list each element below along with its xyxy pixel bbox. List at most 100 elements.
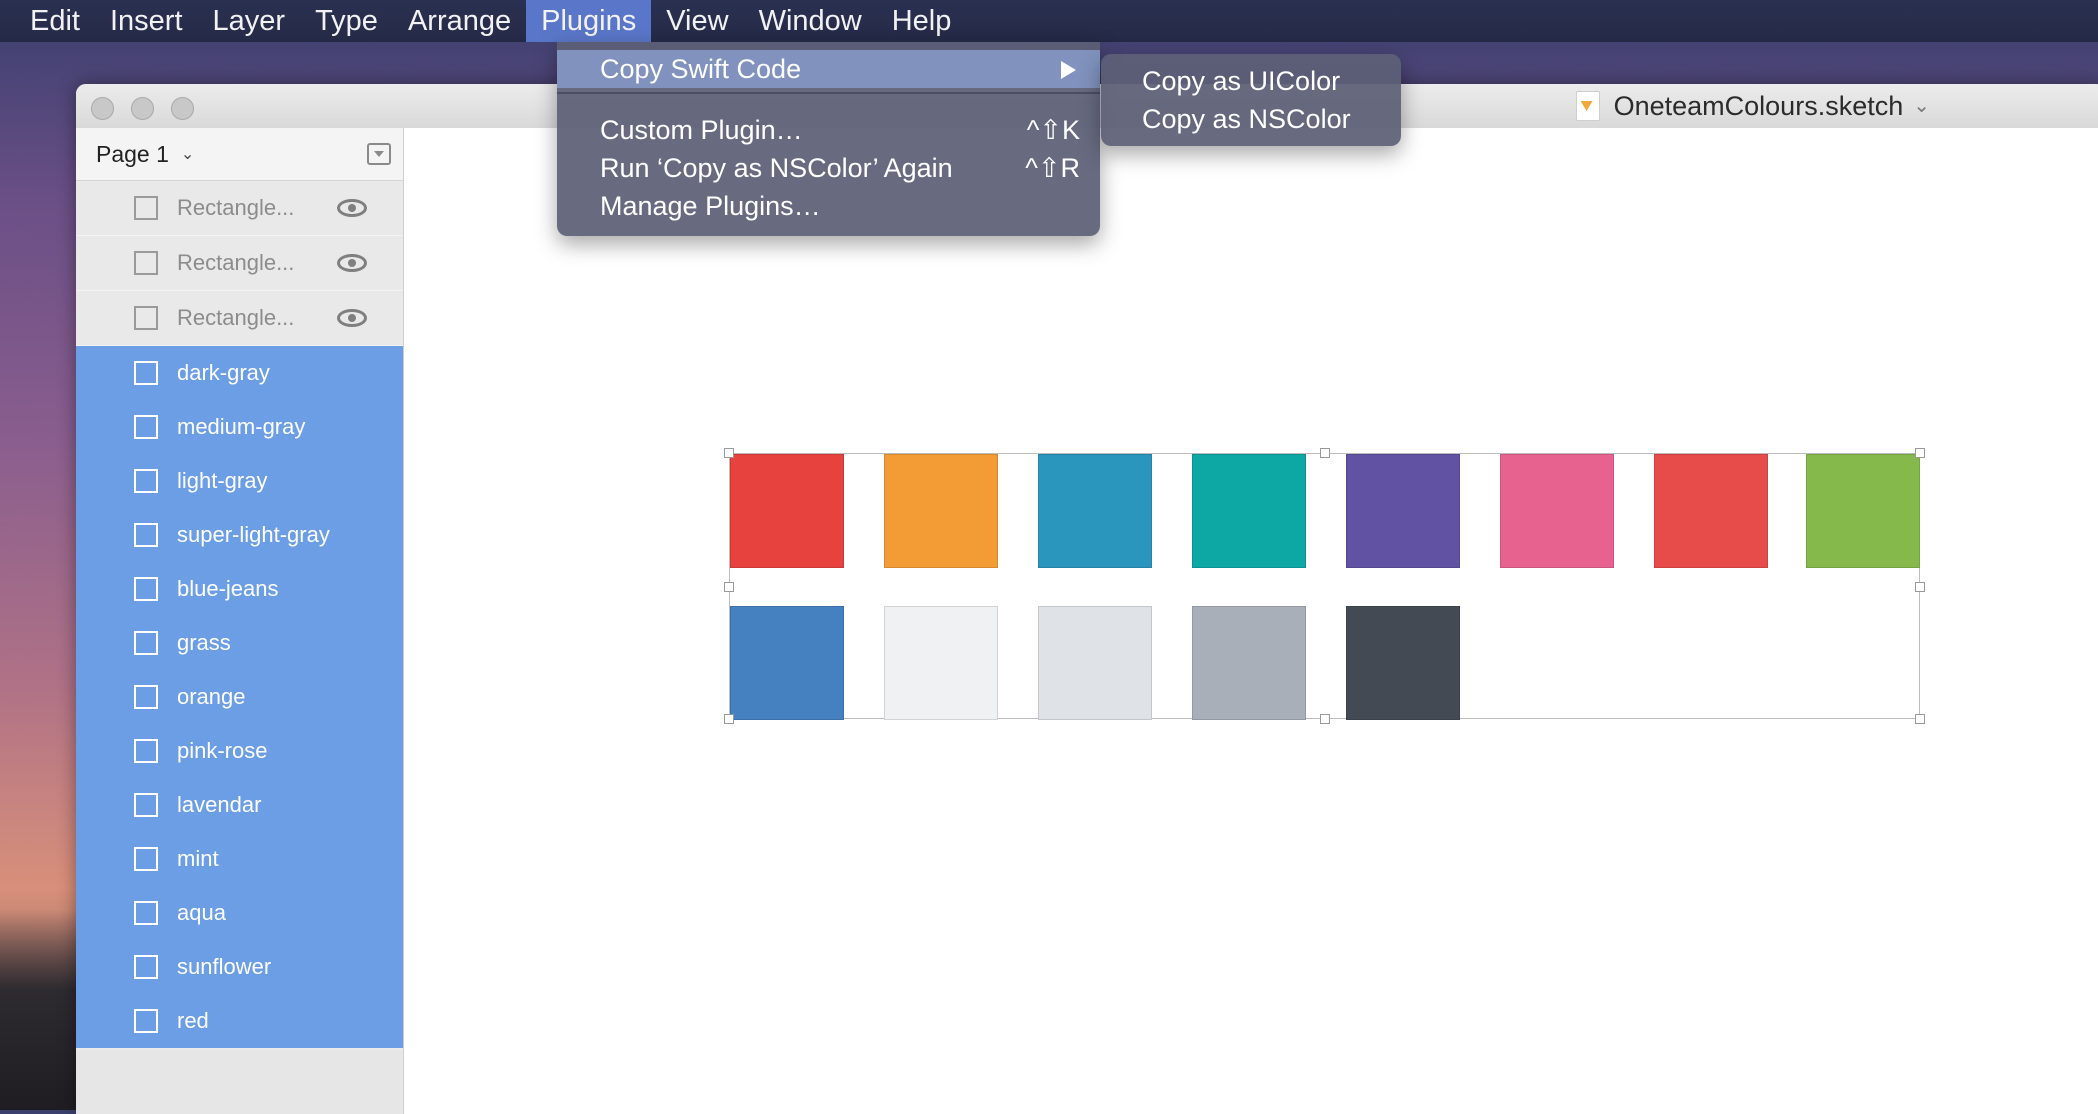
color-swatch[interactable] (1192, 454, 1306, 568)
eye-icon[interactable] (337, 254, 367, 272)
page-label: Page 1 (96, 140, 169, 167)
rectangle-icon (134, 631, 158, 655)
layer-item-selected[interactable]: lavendar (76, 778, 403, 832)
layer-item-selected[interactable]: light-gray (76, 454, 403, 508)
layer-item-selected[interactable]: pink-rose (76, 724, 403, 778)
minimize-window-button[interactable] (131, 97, 154, 120)
rectangle-icon (134, 793, 158, 817)
color-swatch[interactable] (1654, 454, 1768, 568)
color-swatch[interactable] (1038, 454, 1152, 568)
menu-item-copy-as-nscolor[interactable]: Copy as NSColor (1142, 100, 1351, 138)
layer-label: Rectangle... (177, 250, 295, 275)
menu-item-manage-plugins[interactable]: Manage Plugins… (557, 187, 1100, 225)
menu-item-label: Run ‘Copy as NSColor’ Again (600, 153, 953, 183)
rectangle-icon (134, 955, 158, 979)
menu-window[interactable]: Window (744, 0, 877, 42)
color-swatch[interactable] (1038, 606, 1152, 720)
menu-type[interactable]: Type (300, 0, 393, 42)
menu-help[interactable]: Help (877, 0, 967, 42)
color-swatch[interactable] (730, 454, 844, 568)
color-swatch[interactable] (730, 606, 844, 720)
menu-plugins[interactable]: Plugins (526, 0, 652, 42)
layer-label: dark-gray (177, 360, 270, 385)
rectangle-icon (134, 361, 158, 385)
layer-item[interactable]: Rectangle... (76, 291, 403, 346)
menu-item-copy-as-uicolor[interactable]: Copy as UIColor (1142, 62, 1340, 100)
canvas[interactable] (404, 128, 2098, 1114)
selection-bounds[interactable] (724, 448, 1925, 724)
color-swatch[interactable] (1346, 454, 1460, 568)
color-swatch[interactable] (1192, 606, 1306, 720)
resize-handle[interactable] (1915, 448, 1925, 458)
layer-label: light-gray (177, 468, 268, 493)
rectangle-icon (134, 847, 158, 871)
plugins-menu: Copy Swift Code Custom Plugin… ^⇧K Run ‘… (557, 42, 1100, 236)
menu-view[interactable]: View (651, 0, 743, 42)
rectangle-icon (134, 251, 158, 275)
sketch-window: OneteamColours.sketch ⌄ Page 1 ⌄ Rectang… (76, 84, 2098, 1114)
layer-item-selected[interactable]: aqua (76, 886, 403, 940)
menu-separator (557, 92, 1100, 94)
menu-item-shortcut: ^⇧K (1026, 115, 1080, 145)
color-swatch[interactable] (1806, 454, 1920, 568)
color-swatch[interactable] (884, 606, 998, 720)
layer-label: Rectangle... (177, 195, 295, 220)
eye-icon[interactable] (337, 199, 367, 217)
layer-item-selected[interactable]: red (76, 994, 403, 1048)
zoom-window-button[interactable] (171, 97, 194, 120)
layer-item-selected[interactable]: blue-jeans (76, 562, 403, 616)
layer-label: pink-rose (177, 738, 268, 763)
layer-label: Rectangle... (177, 305, 295, 330)
resize-handle[interactable] (724, 582, 734, 592)
color-swatch[interactable] (884, 454, 998, 568)
resize-handle[interactable] (1915, 714, 1925, 724)
layer-item-selected[interactable]: orange (76, 670, 403, 724)
rectangle-icon (134, 196, 158, 220)
layer-item-selected[interactable]: dark-gray (76, 346, 403, 400)
layer-item-selected[interactable]: mint (76, 832, 403, 886)
layer-item-selected[interactable]: medium-gray (76, 400, 403, 454)
layer-label: mint (177, 846, 219, 871)
copy-swift-code-submenu: Copy as UIColor Copy as NSColor (1101, 54, 1401, 146)
chevron-down-icon: ⌄ (180, 146, 195, 163)
page-selector[interactable]: Page 1 ⌄ (76, 128, 403, 181)
document-title[interactable]: OneteamColours.sketch ⌄ (1575, 84, 1930, 128)
layer-label: red (177, 1008, 209, 1033)
resize-handle[interactable] (724, 714, 734, 724)
menu-layer[interactable]: Layer (198, 0, 301, 42)
chevron-down-icon: ⌄ (1913, 95, 1930, 117)
menu-item-copy-swift-code[interactable]: Copy Swift Code (557, 50, 1100, 88)
eye-icon[interactable] (337, 309, 367, 327)
resize-handle[interactable] (1915, 582, 1925, 592)
layer-item-selected[interactable]: grass (76, 616, 403, 670)
layer-label: grass (177, 630, 231, 655)
menu-item-run-again[interactable]: Run ‘Copy as NSColor’ Again ^⇧R (557, 149, 1100, 187)
color-swatch[interactable] (1500, 454, 1614, 568)
layer-item-selected[interactable]: sunflower (76, 940, 403, 994)
resize-handle[interactable] (724, 448, 734, 458)
rectangle-icon (134, 739, 158, 763)
collapse-pages-icon[interactable] (367, 143, 391, 165)
menu-item-label: Manage Plugins… (600, 191, 821, 221)
menu-edit[interactable]: Edit (0, 0, 95, 42)
layers-sidebar: Page 1 ⌄ Rectangle... Rectangle... Recta… (76, 128, 404, 1114)
resize-handle[interactable] (1320, 714, 1330, 724)
menu-item-label: Custom Plugin… (600, 115, 803, 145)
resize-handle[interactable] (1320, 448, 1330, 458)
layer-label: sunflower (177, 954, 272, 979)
menu-item-label: Copy Swift Code (600, 54, 802, 84)
submenu-arrow-icon (1061, 61, 1076, 79)
layer-item[interactable]: Rectangle... (76, 236, 403, 291)
menu-arrange[interactable]: Arrange (393, 0, 526, 42)
layer-item-selected[interactable]: super-light-gray (76, 508, 403, 562)
menu-insert[interactable]: Insert (95, 0, 198, 42)
close-window-button[interactable] (91, 97, 114, 120)
menu-bar: Edit Insert Layer Type Arrange Plugins V… (0, 0, 2098, 42)
menu-item-shortcut: ^⇧R (1025, 153, 1080, 183)
color-swatch[interactable] (1346, 606, 1460, 720)
document-title-label: OneteamColours.sketch (1613, 91, 1904, 121)
menu-item-custom-plugin[interactable]: Custom Plugin… ^⇧K (557, 111, 1100, 149)
layer-item[interactable]: Rectangle... (76, 181, 403, 236)
rectangle-icon (134, 415, 158, 439)
desktop-wallpaper (0, 910, 80, 1110)
